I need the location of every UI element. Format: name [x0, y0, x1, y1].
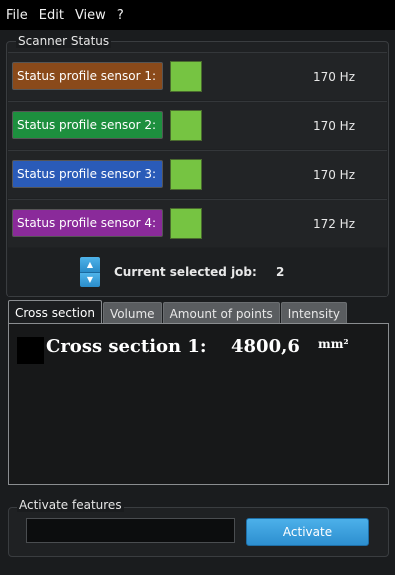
- activate-features-title: Activate features: [17, 498, 124, 512]
- sensor-3-status-indicator: [170, 159, 202, 190]
- tab-amount-of-points[interactable]: Amount of points: [162, 302, 280, 324]
- sensor-row-1: Status profile sensor 1: 170 Hz: [8, 52, 387, 100]
- menu-bar: File Edit View ?: [0, 0, 395, 30]
- job-selector: ▲ ▼ Current selected job: 2: [8, 248, 387, 296]
- tab-volume[interactable]: Volume: [102, 302, 162, 324]
- spin-up-icon[interactable]: ▲: [80, 257, 100, 272]
- tab-bar: Cross section Volume Amount of points In…: [8, 300, 348, 324]
- activate-button[interactable]: Activate: [246, 518, 369, 546]
- spin-down-icon[interactable]: ▼: [80, 272, 100, 287]
- cross-section-color-swatch: [17, 337, 44, 364]
- cross-section-panel: Cross section 1: 4800,6 mm²: [8, 323, 389, 485]
- current-job-value: 2: [276, 265, 285, 279]
- cross-section-value: 4800,6: [231, 336, 300, 357]
- scanner-status-title: Scanner Status: [16, 34, 112, 48]
- tab-cross-section[interactable]: Cross section: [8, 300, 102, 324]
- cross-section-unit: mm²: [318, 337, 349, 351]
- sensor-1-status-indicator: [170, 61, 202, 92]
- menu-view[interactable]: View: [75, 8, 106, 23]
- feature-key-input[interactable]: [26, 518, 235, 543]
- sensor-2-status-indicator: [170, 110, 202, 141]
- sensor-2-frequency: 170 Hz: [312, 119, 355, 133]
- sensor-1-frequency: 170 Hz: [312, 70, 355, 84]
- job-spinner[interactable]: ▲ ▼: [80, 257, 100, 287]
- sensor-row-3: Status profile sensor 3: 170 Hz: [8, 150, 387, 198]
- sensor-row-2: Status profile sensor 2: 170 Hz: [8, 101, 387, 149]
- sensor-1-label: Status profile sensor 1:: [12, 62, 163, 90]
- sensor-4-frequency: 172 Hz: [312, 217, 355, 231]
- sensor-row-4: Status profile sensor 4: 172 Hz: [8, 199, 387, 247]
- menu-help[interactable]: ?: [117, 8, 124, 23]
- current-job-label: Current selected job:: [114, 265, 257, 279]
- sensor-4-status-indicator: [170, 208, 202, 239]
- sensor-4-label: Status profile sensor 4:: [12, 209, 163, 237]
- sensor-2-label: Status profile sensor 2:: [12, 111, 163, 139]
- cross-section-label: Cross section 1:: [46, 336, 207, 357]
- menu-file[interactable]: File: [6, 8, 28, 23]
- sensor-3-label: Status profile sensor 3:: [12, 160, 163, 188]
- menu-edit[interactable]: Edit: [39, 8, 64, 23]
- sensor-3-frequency: 170 Hz: [312, 168, 355, 182]
- tab-intensity[interactable]: Intensity: [280, 302, 348, 324]
